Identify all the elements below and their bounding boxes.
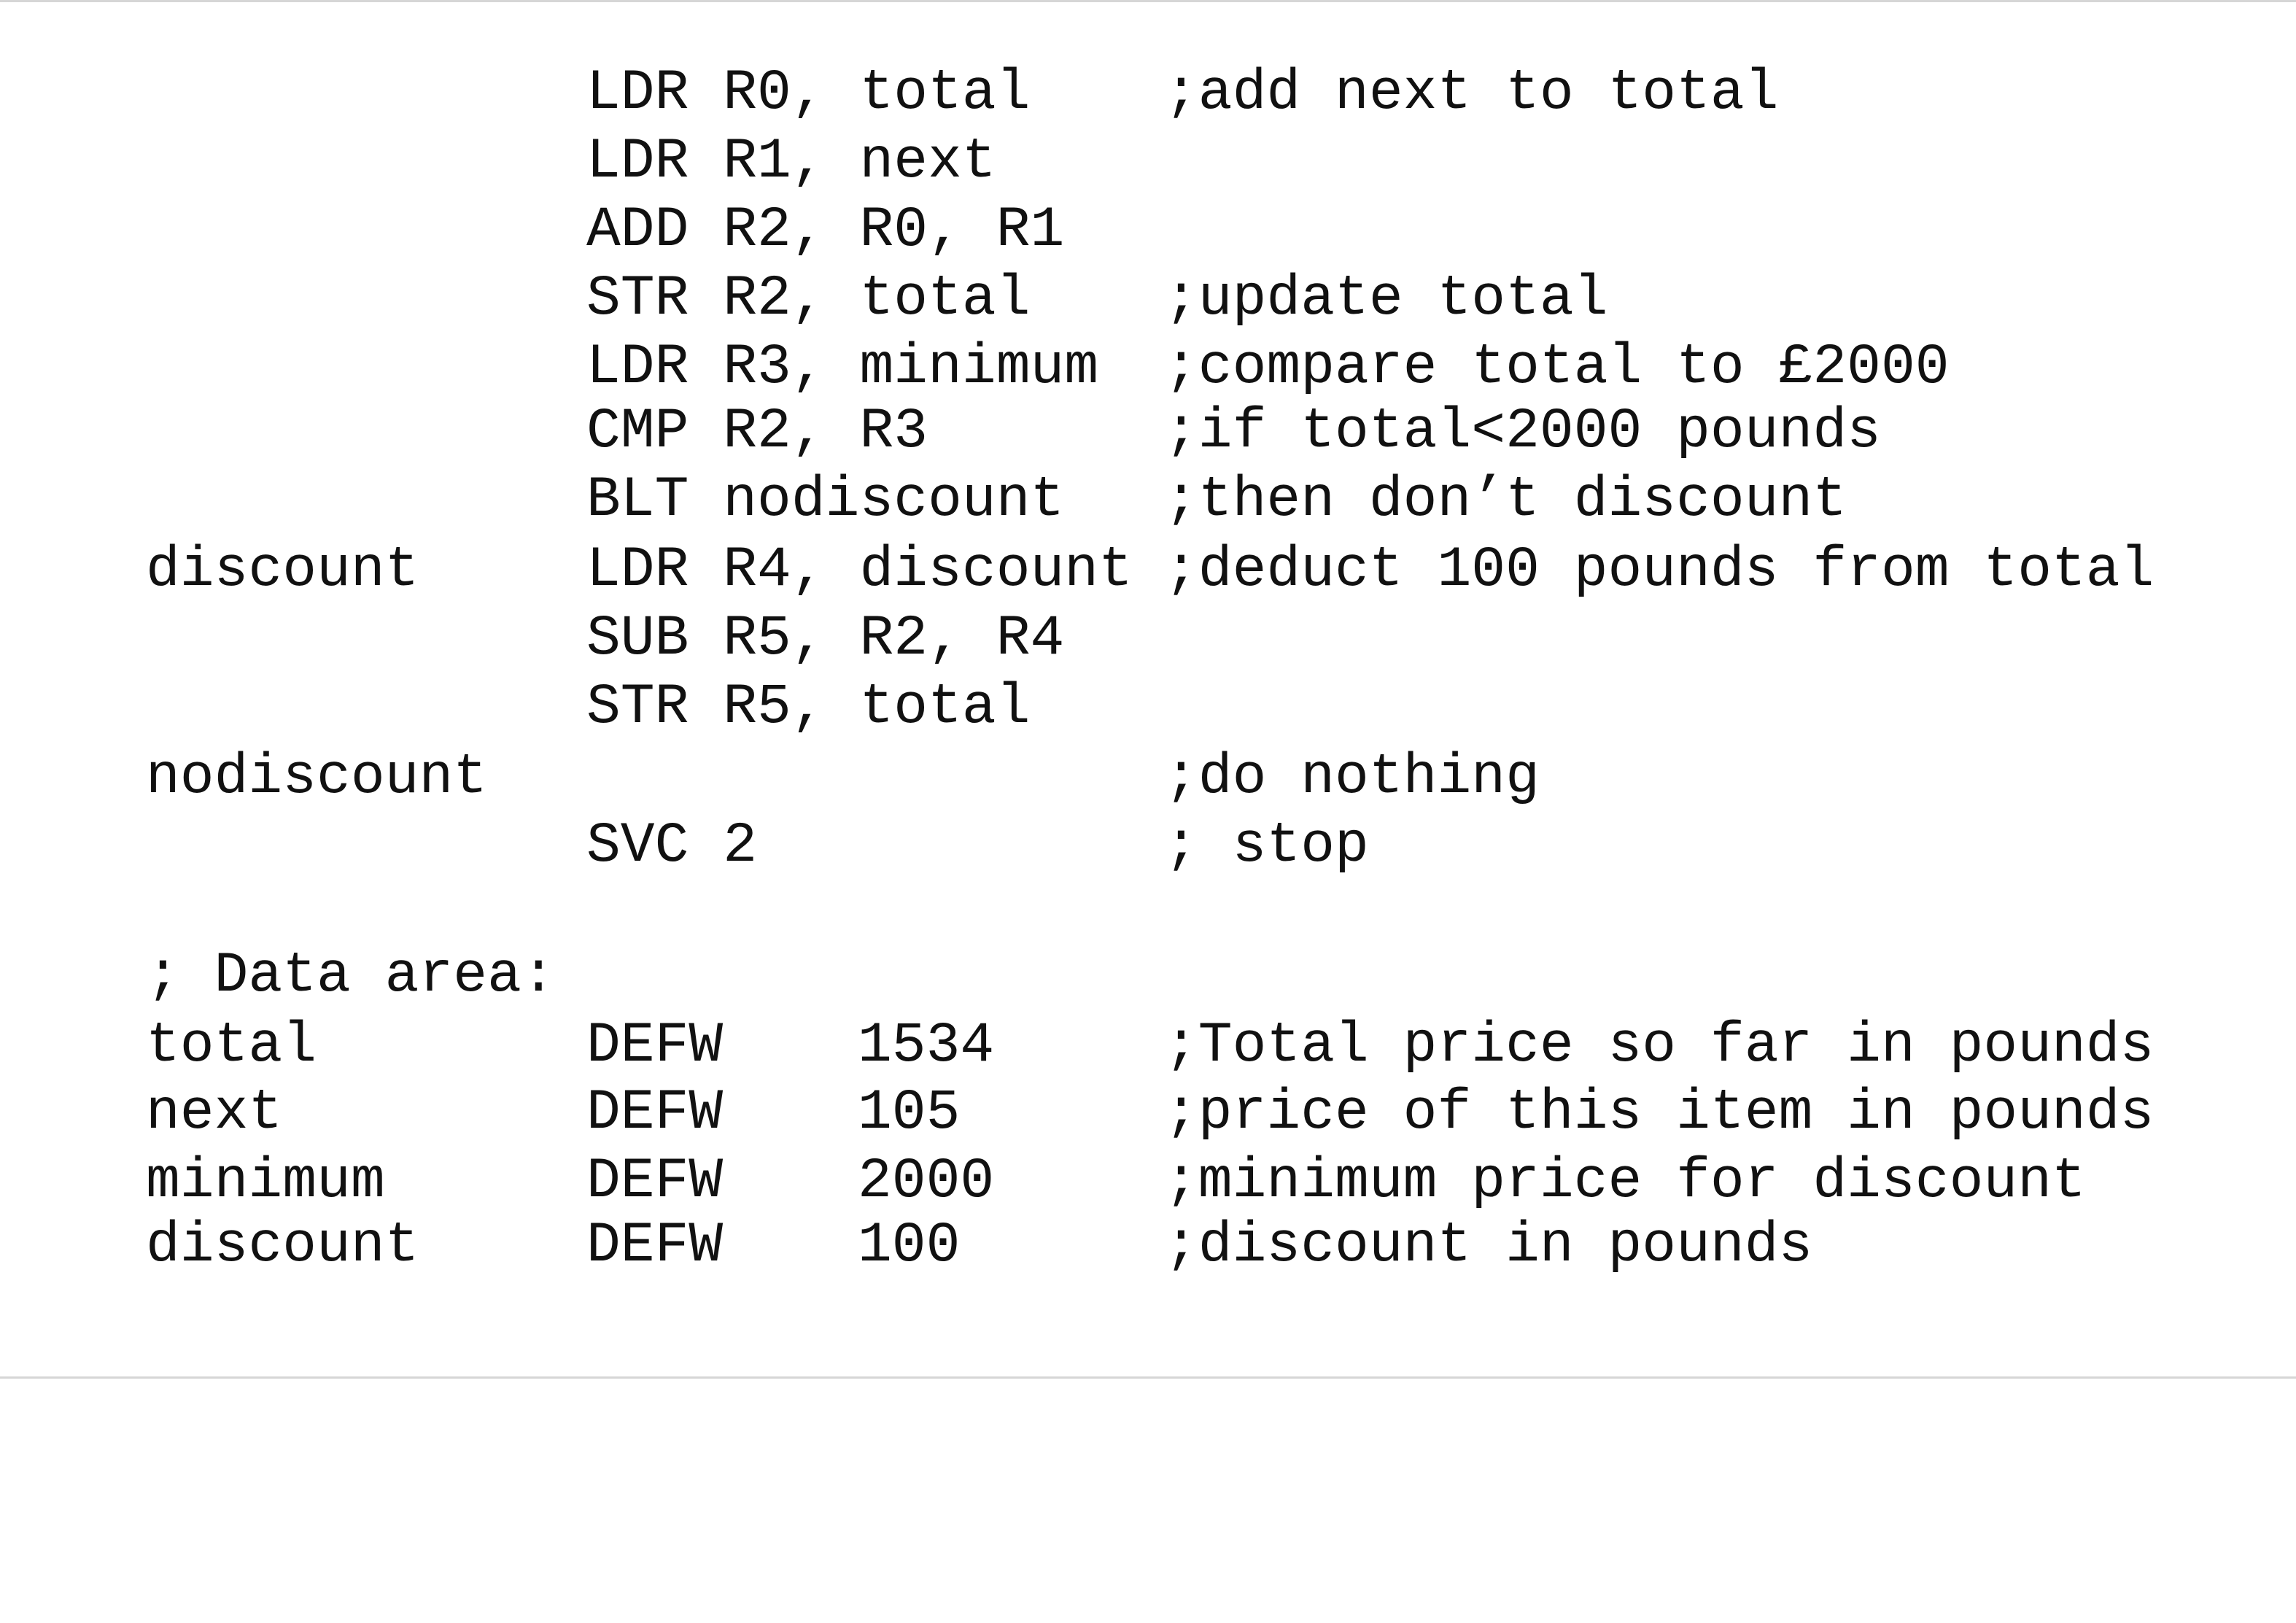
data-area-header: ; Data area: — [146, 942, 556, 1010]
code-line: STR R2, total ;update total — [146, 265, 1608, 333]
data-line: total DEFW 1534 ;Total price so far in p… — [146, 1012, 2154, 1080]
code-line: LDR R1, next — [146, 128, 996, 196]
code-comment: ;add next to total — [1164, 61, 1779, 125]
code-label: nodiscount — [146, 745, 488, 810]
data-comment: ;price of this item in pounds — [1164, 1081, 2155, 1145]
data-label: minimum — [146, 1150, 385, 1214]
code-instruction: LDR R1, next — [586, 130, 996, 194]
code-comment: ; stop — [1164, 814, 1369, 878]
code-comment: ;if total<2000 pounds — [1164, 400, 1881, 464]
code-instruction: STR R5, total — [586, 675, 1031, 740]
code-instruction: SUB R5, R2, R4 — [586, 607, 1065, 671]
code-comment: ;deduct 100 pounds from total — [1164, 538, 2155, 603]
data-value: 1534 — [858, 1014, 995, 1078]
code-line: LDR R3, minimum ;compare total to £2000 — [146, 333, 1950, 402]
document-frame: LDR R0, total ;add next to total LDR R1,… — [0, 0, 2296, 1379]
data-value: 2000 — [858, 1150, 995, 1214]
data-line: next DEFW 105 ;price of this item in pou… — [146, 1079, 2154, 1147]
code-instruction: SVC 2 — [586, 814, 758, 878]
code-instruction: CMP R2, R3 — [586, 400, 928, 464]
code-line: STR R5, total — [146, 673, 1031, 742]
data-label: discount — [146, 1214, 419, 1278]
code-comment: ;compare total to £2000 — [1164, 336, 1950, 400]
data-value: 100 — [858, 1214, 961, 1278]
code-instruction: LDR R4, discount — [586, 538, 1133, 603]
data-comment: ;Total price so far in pounds — [1164, 1014, 2155, 1078]
code-instruction: BLT nodiscount — [586, 468, 1065, 532]
data-label: total — [146, 1014, 317, 1078]
code-comment: ;do nothing — [1164, 745, 1540, 810]
data-comment: ;minimum price for discount — [1164, 1150, 2086, 1214]
data-line: discount DEFW 100 ;discount in pounds — [146, 1212, 1812, 1280]
code-label: discount — [146, 538, 419, 603]
data-line: minimum DEFW 2000 ;minimum price for dis… — [146, 1147, 2086, 1216]
code-instruction: ADD R2, R0, R1 — [586, 198, 1065, 263]
data-directive: DEFW — [586, 1014, 724, 1078]
code-instruction: STR R2, total — [586, 267, 1031, 331]
data-directive: DEFW — [586, 1081, 724, 1145]
data-area-header-text: ; Data area: — [146, 944, 556, 1008]
code-line: LDR R0, total ;add next to total — [146, 59, 1779, 128]
code-line: CMP R2, R3 ;if total<2000 pounds — [146, 398, 1881, 466]
code-line: nodiscount ;do nothing — [146, 743, 1540, 812]
data-directive: DEFW — [586, 1214, 724, 1278]
data-directive: DEFW — [586, 1150, 724, 1214]
code-line: BLT nodiscount ;then don’t discount — [146, 466, 1847, 535]
code-line: discount LDR R4, discount ;deduct 100 po… — [146, 536, 2154, 605]
code-instruction: LDR R0, total — [586, 61, 1031, 125]
data-value: 105 — [858, 1081, 961, 1145]
code-comment: ;update total — [1164, 267, 1608, 331]
code-line: SVC 2 ; stop — [146, 812, 1369, 880]
code-comment: ;then don’t discount — [1164, 468, 1847, 532]
data-label: next — [146, 1081, 283, 1145]
code-line: ADD R2, R0, R1 — [146, 196, 1064, 265]
code-instruction: LDR R3, minimum — [586, 336, 1099, 400]
data-comment: ;discount in pounds — [1164, 1214, 1813, 1278]
code-line: SUB R5, R2, R4 — [146, 605, 1064, 673]
